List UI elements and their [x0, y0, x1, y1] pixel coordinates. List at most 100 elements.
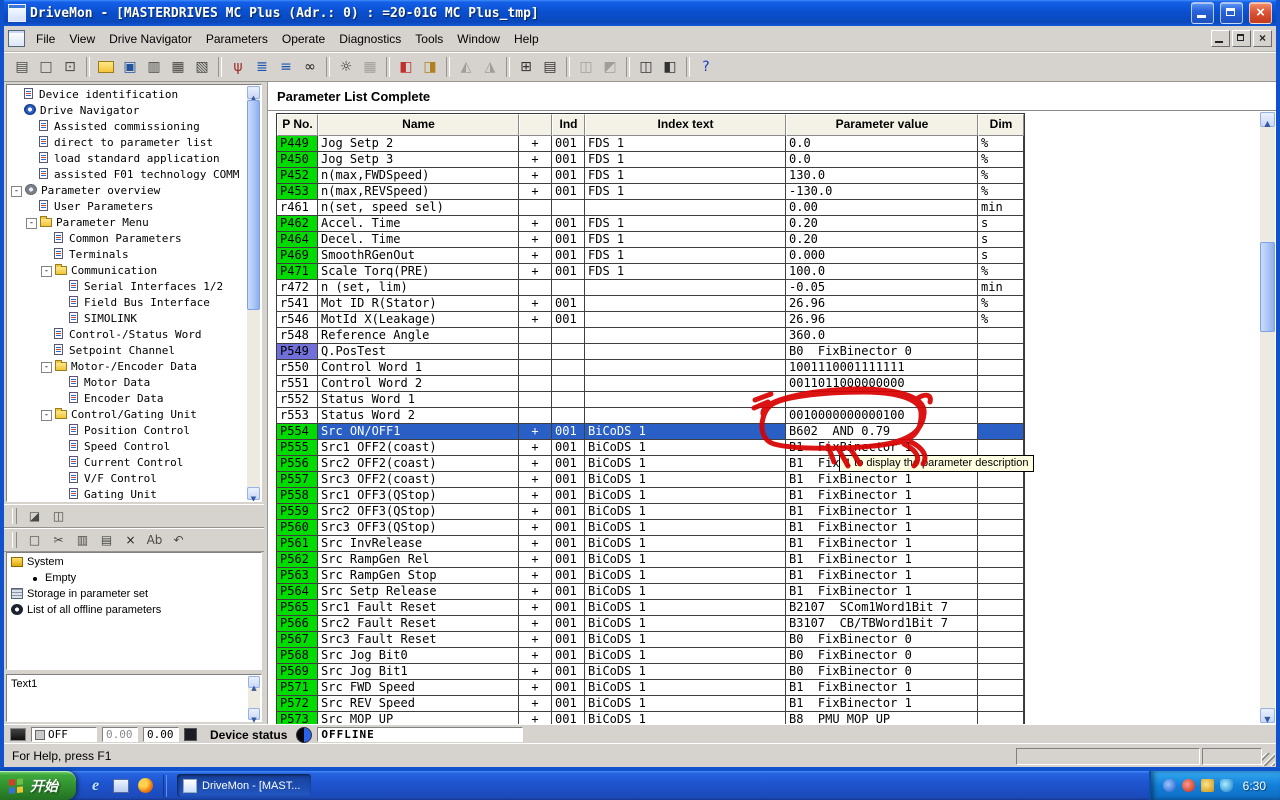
scroll-thumb[interactable]: [247, 100, 260, 310]
expand-cell[interactable]: +: [519, 584, 552, 600]
expand-cell[interactable]: +: [519, 168, 552, 184]
table-row[interactable]: P572 Src REV Speed +001 BiCoDS 1 B1 FixBinec…: [277, 696, 1024, 712]
drive-view-list-button[interactable]: ≣: [250, 55, 274, 79]
table-row[interactable]: P567 Src3 Fault Reset +001 BiCoDS 1 B0 FixBi…: [277, 632, 1024, 648]
tree-item-position-control[interactable]: Position Control: [7, 423, 261, 439]
tree-item-drive-navigator[interactable]: Drive Navigator: [7, 103, 261, 119]
expand-cell[interactable]: +: [519, 552, 552, 568]
search-binoculars-button[interactable]: ∞: [298, 55, 322, 79]
table-row[interactable]: r548 Reference Angle 360.0: [277, 328, 1024, 344]
table-row[interactable]: P462 Accel. Time +001 FDS 1 0.20 s: [277, 216, 1024, 232]
toolbar-grip[interactable]: [12, 532, 17, 548]
upload-button[interactable]: ◭: [454, 55, 478, 79]
tree-item-gating-unit[interactable]: Gating Unit: [7, 487, 261, 501]
expand-cell[interactable]: +: [519, 664, 552, 680]
table-row[interactable]: P565 Src1 Fault Reset +001 BiCoDS 1 B2107 SC…: [277, 600, 1024, 616]
scroll-up-button[interactable]: [247, 86, 260, 99]
paste-button[interactable]: ▤: [95, 529, 118, 551]
tree-item-common-parameters[interactable]: Common Parameters: [7, 231, 261, 247]
connect-drive-button[interactable]: ψ: [226, 55, 250, 79]
table-row[interactable]: P559 Src2 OFF3(QStop) +001 BiCoDS 1 B1 FixBi…: [277, 504, 1024, 520]
expand-cell[interactable]: +: [519, 616, 552, 632]
mdi-child-icon[interactable]: [8, 30, 25, 47]
scroll-down-button[interactable]: [247, 487, 260, 500]
title-bar[interactable]: DriveMon - [MASTERDRIVES MC Plus (Adr.: …: [4, 0, 1276, 26]
expand-cell[interactable]: +: [519, 248, 552, 264]
table-row[interactable]: P452 n(max,FWDSpeed) +001 FDS 1 130.0%: [277, 168, 1024, 184]
tree-item-setpoint-channel[interactable]: Setpoint Channel: [7, 343, 261, 359]
table-row[interactable]: P469 SmoothRGenOut +001 FDS 1 0.000 s: [277, 248, 1024, 264]
drivemon-task-button[interactable]: DriveMon - [MAST...: [177, 774, 311, 797]
tree-item-speed-control[interactable]: Speed Control: [7, 439, 261, 455]
menu-parameters[interactable]: Parameters: [199, 29, 275, 49]
tree-item-assisted-f01-technology-comm[interactable]: assisted F01 technology COMM: [7, 167, 261, 183]
link-window-button[interactable]: ◫: [47, 505, 70, 527]
table-row[interactable]: P549 Q.PosTest B0 FixBinector 0: [277, 344, 1024, 360]
table-row[interactable]: P554 Src ON/OFF1 +001 BiCoDS 1 B602 AND 0.79: [277, 424, 1024, 440]
tray-icon-2[interactable]: [1181, 779, 1195, 792]
tree-item-parameter-overview[interactable]: - Parameter overview: [7, 183, 261, 199]
expander-icon[interactable]: -: [41, 410, 52, 421]
value-field-2[interactable]: 0.00: [143, 727, 179, 742]
expand-cell[interactable]: +: [519, 184, 552, 200]
table-row[interactable]: P557 Src3 OFF2(coast) +001 BiCoDS 1 B1 FixBi…: [277, 472, 1024, 488]
table-row[interactable]: r551 Control Word 2 0011011000000000: [277, 376, 1024, 392]
table-row[interactable]: P471 Scale Torq(PRE) +001 FDS 1 100.0%: [277, 264, 1024, 280]
table-row[interactable]: P562 Src RampGen Rel +001 BiCoDS 1 B1 FixBin…: [277, 552, 1024, 568]
table-row[interactable]: P573 Src MOP UP +001 BiCoDS 1 B8 PMU MOP UP: [277, 712, 1024, 724]
parameter-table-button[interactable]: ⊞: [514, 55, 538, 79]
tree-item-current-control[interactable]: Current Control: [7, 455, 261, 471]
text1-scrollbar[interactable]: [248, 676, 260, 720]
expand-cell[interactable]: +: [519, 648, 552, 664]
tray-icon-3[interactable]: [1200, 779, 1214, 792]
table-row[interactable]: P564 Src Setp Release +001 BiCoDS 1 B1 FixBi…: [277, 584, 1024, 600]
new-item-button[interactable]: □: [23, 529, 46, 551]
scroll-thumb[interactable]: [1260, 242, 1275, 332]
system-item-list-of-all-offline-parameters[interactable]: List of all offline parameters: [7, 603, 261, 619]
table-row[interactable]: P568 Src Jog Bit0 +001 BiCoDS 1 B0 FixBinect…: [277, 648, 1024, 664]
expand-cell[interactable]: +: [519, 312, 552, 328]
dock-window-button[interactable]: ◪: [23, 505, 46, 527]
rename-button[interactable]: Ab: [143, 529, 166, 551]
open-folder-button[interactable]: [94, 55, 118, 79]
table-row[interactable]: r550 Control Word 1 1001110001111111: [277, 360, 1024, 376]
help-button[interactable]: ?: [694, 55, 718, 79]
monitor-2-button[interactable]: ◩: [598, 55, 622, 79]
ie-launch-icon[interactable]: e: [86, 776, 105, 795]
table-row[interactable]: P560 Src3 OFF3(QStop) +001 BiCoDS 1 B1 FixBi…: [277, 520, 1024, 536]
settings-gear-button[interactable]: ☼: [334, 55, 358, 79]
table-row[interactable]: r546 MotId X(Leakage) +001 26.96%: [277, 312, 1024, 328]
table-row[interactable]: r541 Mot ID R(Stator) +001 26.96%: [277, 296, 1024, 312]
table-row[interactable]: r461 n(set, speed sel) 0.00 min: [277, 200, 1024, 216]
expander-icon[interactable]: -: [26, 218, 37, 229]
expand-cell[interactable]: +: [519, 712, 552, 724]
scroll-down-button[interactable]: [248, 708, 260, 720]
tree-item-device-identification[interactable]: Device identification: [7, 87, 261, 103]
table-row[interactable]: P449 Jog Setp 2 +001 FDS 1 0.0%: [277, 136, 1024, 152]
new-document-button[interactable]: □: [34, 55, 58, 79]
menu-help[interactable]: Help: [507, 29, 546, 49]
start-button[interactable]: 开始: [0, 771, 76, 800]
undo-button[interactable]: ↶: [167, 529, 190, 551]
convert-parameters-button[interactable]: ◨: [418, 55, 442, 79]
expand-cell[interactable]: +: [519, 296, 552, 312]
tree-item-motor-encoder-data[interactable]: - Motor-/Encoder Data: [7, 359, 261, 375]
copy-button[interactable]: ▥: [71, 529, 94, 551]
table-row[interactable]: P453 n(max,REVSpeed) +001 FDS 1 -130.0%: [277, 184, 1024, 200]
expand-cell[interactable]: +: [519, 520, 552, 536]
menu-operate[interactable]: Operate: [275, 29, 332, 49]
menu-drive-navigator[interactable]: Drive Navigator: [102, 29, 199, 49]
menu-file[interactable]: File: [29, 29, 62, 49]
tree-item-terminals[interactable]: Terminals: [7, 247, 261, 263]
mdi-close-button[interactable]: [1253, 30, 1272, 47]
parameter-list-scrollbar[interactable]: [1260, 112, 1275, 723]
tree-item-encoder-data[interactable]: Encoder Data: [7, 391, 261, 407]
show-desktop-icon[interactable]: [111, 776, 130, 795]
compare-parameters-button[interactable]: ◧: [394, 55, 418, 79]
close-button[interactable]: [1249, 2, 1272, 24]
expander-icon[interactable]: -: [41, 362, 52, 373]
drive-view-tree-button[interactable]: ≡: [274, 55, 298, 79]
menu-window[interactable]: Window: [450, 29, 507, 49]
delete-button[interactable]: ×: [119, 529, 142, 551]
expand-cell[interactable]: +: [519, 232, 552, 248]
